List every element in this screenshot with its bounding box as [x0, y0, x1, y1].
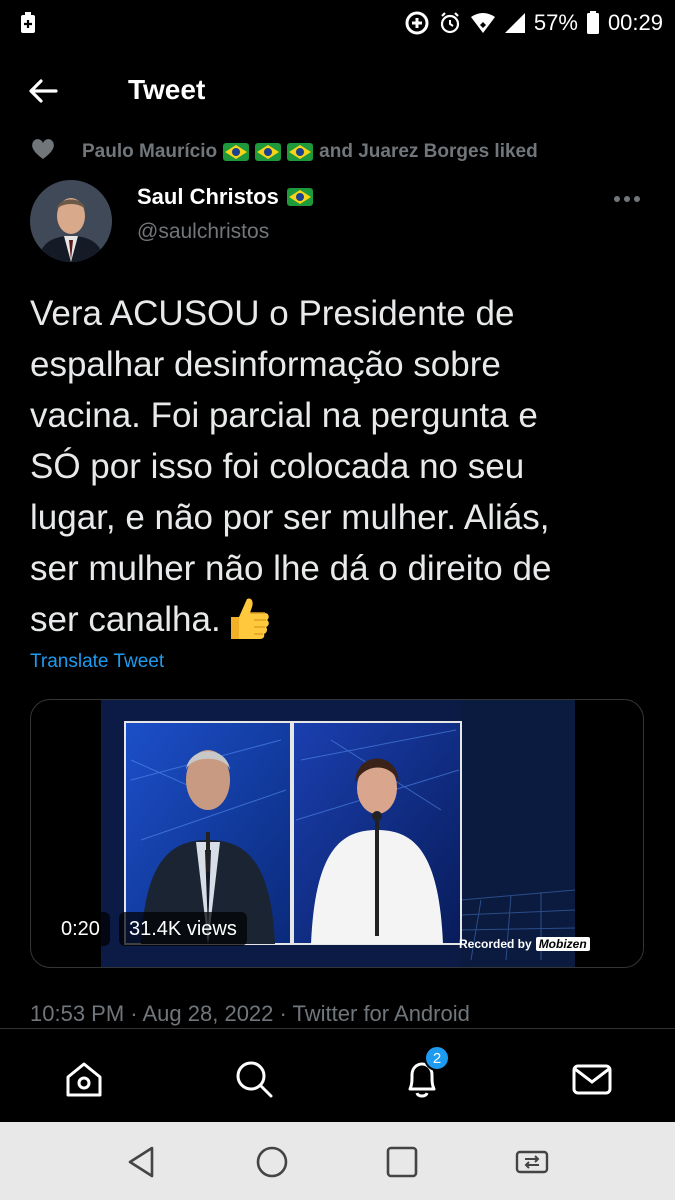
bottom-nav — [0, 1028, 675, 1122]
alarm-icon — [438, 11, 462, 35]
social-context[interactable]: Paulo Maurício and Juarez Borges liked — [30, 138, 538, 166]
plus-box-icon — [20, 12, 36, 39]
watermark: Recorded by Mobizen — [459, 937, 590, 951]
clock: 00:29 — [607, 10, 663, 35]
square-recents-icon — [386, 1146, 418, 1178]
battery-icon — [586, 11, 600, 35]
mobizen-logo: Mobizen — [535, 937, 590, 951]
watermark-text: Recorded by — [459, 937, 532, 951]
thumbs-up-icon — [223, 593, 273, 643]
liker-rest: and Juarez Borges liked — [319, 141, 538, 162]
brazil-flag-icon — [286, 188, 313, 206]
liker-name: Paulo Maurício — [82, 141, 218, 162]
page-title: Tweet — [128, 74, 206, 105]
tweet-timestamp: 10:53 PM · Aug 28, 2022 · Twitter for An… — [30, 1001, 470, 1026]
search-icon — [236, 1061, 273, 1098]
android-back-button[interactable] — [122, 1142, 162, 1182]
android-home-button[interactable] — [252, 1142, 292, 1182]
author-name[interactable]: Saul Christos — [137, 184, 279, 210]
android-recents-button[interactable] — [382, 1142, 422, 1182]
video-views: 31.4K views — [119, 912, 247, 946]
tweet-text: Vera ACUSOU o Presidente de espalhar des… — [30, 288, 660, 645]
nav-search-button[interactable] — [232, 1057, 276, 1101]
header: Tweet — [0, 60, 675, 122]
circle-home-icon — [256, 1146, 288, 1178]
nav-home-button[interactable] — [62, 1057, 106, 1101]
avatar[interactable] — [30, 180, 112, 262]
arrow-left-icon — [29, 79, 58, 103]
switch-apps-icon — [515, 1150, 549, 1174]
brazil-flag-icon — [287, 143, 314, 161]
video-player[interactable]: 0:20 31.4K views Recorded by Mobizen — [30, 699, 644, 968]
android-switch-button[interactable] — [512, 1142, 552, 1182]
nav-messages-button[interactable] — [570, 1057, 614, 1101]
triangle-back-icon — [128, 1146, 154, 1178]
wifi-icon — [470, 12, 496, 34]
home-icon — [66, 1062, 102, 1097]
heart-icon — [30, 137, 56, 167]
video-duration: 0:20 — [51, 912, 110, 946]
translate-tweet-link[interactable]: Translate Tweet — [30, 651, 164, 673]
signal-icon — [504, 12, 526, 34]
data-saver-icon — [404, 10, 430, 36]
back-button[interactable] — [26, 74, 66, 108]
messages-icon — [572, 1064, 612, 1095]
status-bar: 57% 00:29 — [0, 0, 675, 46]
brazil-flag-icon — [223, 143, 250, 161]
notification-badge: 2 — [424, 1045, 450, 1071]
more-icon — [614, 196, 640, 202]
more-options-button[interactable] — [612, 192, 642, 204]
tweet-body: Vera ACUSOU o Presidente de espalhar des… — [30, 294, 552, 639]
brazil-flag-icon — [255, 143, 282, 161]
battery-percent: 57% — [533, 10, 578, 35]
android-nav-bar — [0, 1122, 675, 1200]
author-handle[interactable]: @saulchristos — [137, 220, 269, 244]
